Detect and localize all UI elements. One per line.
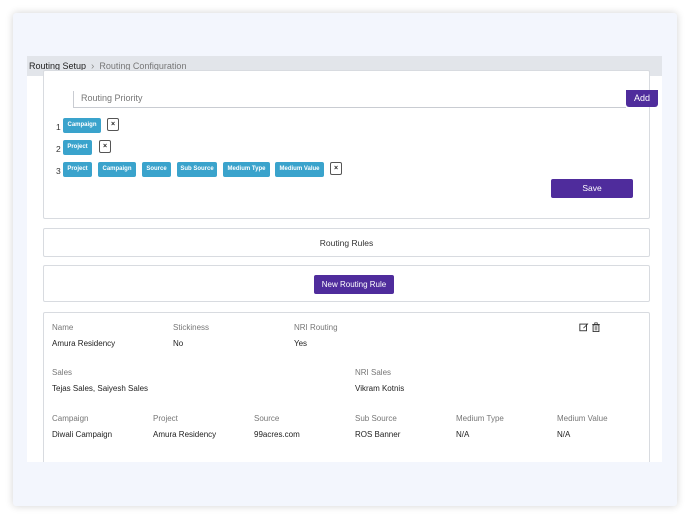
remove-priority-row-button[interactable]: × xyxy=(107,118,119,131)
add-priority-button[interactable]: Add xyxy=(626,90,658,107)
rule-sales-value: Tejas Sales, Saiyesh Sales xyxy=(52,384,149,393)
rule-campaign-value: Diwali Campaign xyxy=(52,430,113,439)
rule-name-value: Amura Residency xyxy=(52,339,116,348)
rule-source-label: Source xyxy=(254,414,280,423)
remove-priority-row-button[interactable]: × xyxy=(330,162,342,175)
edit-icon[interactable] xyxy=(579,322,589,332)
rule-medium-type-label: Medium Type xyxy=(456,414,504,423)
rule-sales-label: Sales xyxy=(52,368,73,377)
priority-row-number: 1 xyxy=(56,122,61,132)
rule-nri-sales-label: NRI Sales xyxy=(355,368,392,377)
rule-medium-type-value: N/A xyxy=(456,430,470,439)
rule-nri-sales-value: Vikram Kotnis xyxy=(355,384,405,393)
priority-tag-sub-source: Sub Source xyxy=(177,162,217,177)
rule-sub-source-value: ROS Banner xyxy=(355,430,401,439)
remove-priority-row-button[interactable]: × xyxy=(99,140,111,153)
rule-project-label: Project xyxy=(153,414,178,423)
routing-rules-title: Routing Rules xyxy=(319,238,374,248)
trash-icon[interactable] xyxy=(591,322,601,332)
rule-name-label: Name xyxy=(52,323,74,332)
new-routing-rule-button[interactable]: New Routing Rule xyxy=(314,275,394,294)
rule-medium-value-value: N/A xyxy=(557,430,571,439)
priority-row-number: 2 xyxy=(56,144,61,154)
priority-tag-source: Source xyxy=(142,162,171,177)
priority-tag-campaign: Campaign xyxy=(98,162,136,177)
rule-stickiness-label: Stickiness xyxy=(173,323,210,332)
rule-medium-value-label: Medium Value xyxy=(557,414,608,423)
priority-tag-project: Project xyxy=(63,140,92,155)
rule-project-value: Amura Residency xyxy=(153,430,217,439)
priority-tag-medium-type: Medium Type xyxy=(223,162,270,177)
rule-campaign-label: Campaign xyxy=(52,414,89,423)
priority-tag-project: Project xyxy=(63,162,92,177)
rule-stickiness-value: No xyxy=(173,339,184,348)
priority-row-number: 3 xyxy=(56,166,61,176)
priority-tag-medium-value: Medium Value xyxy=(275,162,324,177)
routing-priority-card: Routing Priority Add 1 Campaign × 2 Proj… xyxy=(43,70,658,219)
rule-nri-routing-label: NRI Routing xyxy=(294,323,338,332)
routing-priority-input[interactable]: Routing Priority xyxy=(73,91,626,108)
priority-tag-campaign: Campaign xyxy=(63,118,101,133)
save-button[interactable]: Save xyxy=(551,179,633,198)
content-panel: Routing Setup › Routing Configuration Ro… xyxy=(27,56,662,462)
routing-rules-header-card: Routing Rules xyxy=(43,228,650,257)
rule-source-value: 99acres.com xyxy=(254,430,300,439)
rule-sub-source-label: Sub Source xyxy=(355,414,397,423)
rule-nri-routing-value: Yes xyxy=(294,339,308,348)
routing-rule-card: Name Amura Residency Stickiness No NRI R… xyxy=(43,312,650,462)
